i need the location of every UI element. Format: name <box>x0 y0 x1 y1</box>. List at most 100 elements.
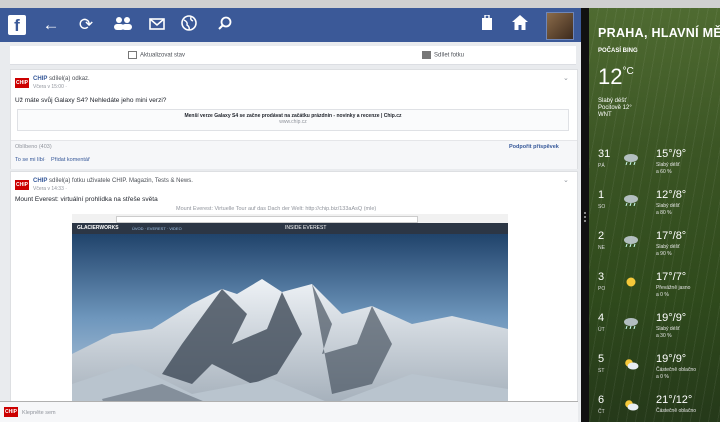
facebook-toolbar: f ← ⟳ <box>0 8 581 42</box>
post-text: Už máte svůj Galaxy S4? Nehledáte jeho m… <box>15 97 167 104</box>
back-arrow-icon[interactable]: ← <box>42 15 60 35</box>
chevron-down-icon[interactable]: ⌄ <box>563 176 569 184</box>
update-status-label: Aktualizovat stav <box>140 52 186 59</box>
edit-icon <box>128 51 137 59</box>
forecast-temp: 21°/12° <box>656 394 693 406</box>
forecast-day[interactable]: 4 ÚT 19°/9° Slabý déšť a 30 % <box>589 312 720 353</box>
comment-placeholder: Klepněte sem <box>22 410 56 416</box>
profile-avatar[interactable] <box>546 12 574 40</box>
forecast-weekday: SO <box>598 204 606 210</box>
forecast-precip: a 90 % <box>656 251 672 257</box>
sun-icon <box>623 275 639 287</box>
add-comment-link[interactable]: Přidat komentář <box>51 157 90 163</box>
weather-source: POČASÍ BING <box>598 48 638 54</box>
forecast-precip: a 0 % <box>656 292 669 298</box>
home-icon[interactable] <box>511 15 529 35</box>
splitter-grip <box>584 220 586 222</box>
chevron-down-icon[interactable]: ⌄ <box>563 74 569 82</box>
forecast-day[interactable]: 3 PO 17°/7° Převážně jasno a 0 % <box>589 271 720 312</box>
friends-icon[interactable] <box>113 15 133 35</box>
feels-like: Pocitově 12° <box>598 105 632 111</box>
forecast-precip: a 80 % <box>656 210 672 216</box>
current-condition: Slabý déšť <box>598 98 627 104</box>
everest-photo <box>72 234 508 422</box>
current-temp: 12°C <box>598 64 634 90</box>
forecast-date: 6 <box>598 394 605 406</box>
partly-icon <box>623 357 639 370</box>
forecast-day[interactable]: 6 ČT 21°/12° Částečně oblačno <box>589 394 720 422</box>
forecast-weekday: NE <box>598 245 605 251</box>
forecast-precip: a 30 % <box>656 333 672 339</box>
forecast-date: 3 <box>598 271 605 283</box>
composer-bar: Aktualizovat stav Sdílet fotku <box>10 46 576 65</box>
like-link[interactable]: To se mi líbí <box>15 157 44 163</box>
feed-post: CHIP CHIP sdílel(a) fotku uživatele CHIP… <box>10 171 578 422</box>
splitter-grip <box>584 212 586 214</box>
snap-splitter[interactable] <box>581 8 589 422</box>
photo-site-header: GLACIERWORKS ÚVOD · EVEREST · VIDEO INSI… <box>72 223 508 234</box>
forecast-precip: a 0 % <box>656 374 669 380</box>
forecast-weekday: ČT <box>598 409 605 415</box>
forecast-date: 31 <box>598 148 611 160</box>
forecast-precip: a 60 % <box>656 169 672 175</box>
temp-unit[interactable]: °C <box>622 66 633 77</box>
facebook-logo[interactable]: f <box>8 15 26 35</box>
post-author-line: CHIP sdílel(a) odkaz. <box>33 76 90 82</box>
rain-icon <box>623 152 639 166</box>
rain-icon <box>623 234 639 248</box>
post-author[interactable]: CHIP <box>33 76 47 82</box>
camera-icon <box>422 51 431 59</box>
forecast-temp: 17°/7° <box>656 271 687 283</box>
forecast-temp: 19°/9° <box>656 312 687 324</box>
site-title: INSIDE EVEREST <box>285 225 327 231</box>
forecast-weekday: ST <box>598 368 605 374</box>
refresh-icon[interactable]: ⟳ <box>77 15 95 35</box>
rain-icon <box>623 193 639 207</box>
forecast-desc: Převážně jasno <box>656 285 691 291</box>
forecast-day[interactable]: 1 SO 12°/8° Slabý déšť a 80 % <box>589 189 720 230</box>
post-meta: Včera v 14:33 · <box>33 186 67 192</box>
post-footer: Oblíbeno (403) Podpořit příspěvek To se … <box>11 140 577 169</box>
forecast-date: 1 <box>598 189 605 201</box>
city-name[interactable]: PRAHA, HLAVNÍ MĚ <box>598 26 720 40</box>
partly-icon <box>623 398 639 411</box>
forecast-desc: Slabý déšť <box>656 244 680 250</box>
forecast-date: 5 <box>598 353 605 365</box>
chip-avatar[interactable]: CHIP <box>15 78 29 88</box>
post-action: sdílel(a) odkaz. <box>49 76 90 82</box>
window-top-band <box>0 0 720 8</box>
current-temp-value: 12 <box>598 64 623 89</box>
forecast-temp: 17°/8° <box>656 230 687 242</box>
support-post-link[interactable]: Podpořit příspěvek <box>509 144 559 150</box>
facebook-app: f ← ⟳ Aktualizovat stav Sdílet fotku CHI… <box>0 8 581 422</box>
forecast-desc: Slabý déšť <box>656 162 680 168</box>
chip-avatar: CHIP <box>4 407 18 417</box>
share-photo-button[interactable]: Sdílet fotku <box>422 51 464 59</box>
forecast-date: 2 <box>598 230 605 242</box>
likes-count[interactable]: Oblíbeno (403) <box>15 144 52 150</box>
bookmark-icon[interactable] <box>480 14 494 35</box>
post-author[interactable]: CHIP <box>33 178 47 184</box>
post-author-line: CHIP sdílel(a) fotku uživatele CHIP. Mag… <box>33 178 193 184</box>
current-conditions: Slabý déšť Pocitově 12° WNT <box>598 98 632 119</box>
post-action: sdílel(a) fotku uživatele CHIP. Magazin,… <box>49 178 193 184</box>
forecast-date: 4 <box>598 312 605 324</box>
site-brand: GLACIERWORKS <box>77 225 119 231</box>
site-nav: ÚVOD · EVEREST · VIDEO <box>132 226 182 231</box>
rain-icon <box>623 316 639 330</box>
forecast-day[interactable]: 2 NE 17°/8° Slabý déšť a 90 % <box>589 230 720 271</box>
globe-icon[interactable] <box>180 15 198 35</box>
forecast-day[interactable]: 31 PÁ 15°/9° Slabý déšť a 60 % <box>589 148 720 189</box>
comment-box[interactable]: CHIP Klepněte sem <box>0 401 578 422</box>
link-preview[interactable]: Menší verze Galaxy S4 se začne prodávat … <box>17 109 569 131</box>
forecast-temp: 19°/9° <box>656 353 687 365</box>
forecast-day[interactable]: 5 ST 19°/9° Částečně oblačno a 0 % <box>589 353 720 394</box>
share-photo-label: Sdílet fotku <box>434 52 465 59</box>
post-photo[interactable]: GLACIERWORKS ÚVOD · EVEREST · VIDEO INSI… <box>72 214 508 422</box>
forecast-temp: 12°/8° <box>656 189 687 201</box>
update-status-button[interactable]: Aktualizovat stav <box>128 51 185 59</box>
messages-icon[interactable] <box>148 15 166 35</box>
search-icon[interactable] <box>216 15 234 35</box>
photo-address-bar <box>116 216 418 223</box>
chip-avatar[interactable]: CHIP <box>15 180 29 190</box>
